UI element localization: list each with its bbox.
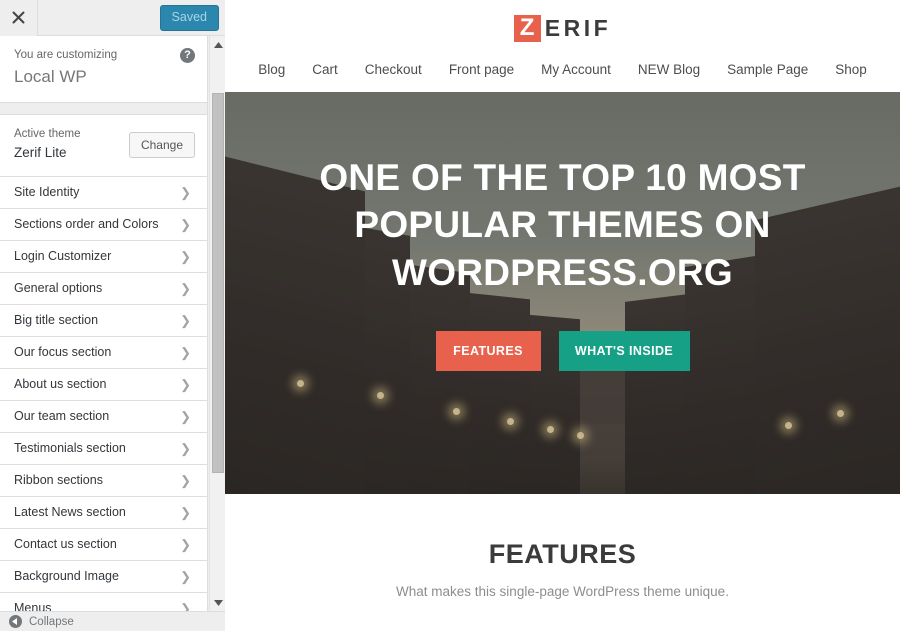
sidebar-item-label: Background Image — [14, 569, 119, 584]
site-header: Z ERIF Blog Cart Checkout Front page My … — [225, 0, 900, 92]
sidebar-item-our-team-section[interactable]: Our team section ❯ — [0, 400, 207, 433]
sidebar-item-site-identity[interactable]: Site Identity ❯ — [0, 176, 207, 209]
sidebar-item-label: Testimonials section — [14, 441, 126, 456]
sidebar-item-label: Contact us section — [14, 537, 117, 552]
chevron-right-icon: ❯ — [180, 472, 191, 488]
active-theme-name: Zerif Lite — [14, 145, 67, 161]
active-theme-row: Active theme Zerif Lite Change — [0, 114, 207, 177]
sidebar-item-ribbon-sections[interactable]: Ribbon sections ❯ — [0, 464, 207, 497]
sidebar-item-our-focus-section[interactable]: Our focus section ❯ — [0, 336, 207, 369]
sidebar-item-label: Ribbon sections — [14, 473, 103, 488]
hero-title: ONE OF THE TOP 10 MOST POPULAR THEMES ON… — [319, 157, 806, 293]
chevron-right-icon: ❯ — [180, 344, 191, 360]
hero-content: ONE OF THE TOP 10 MOST POPULAR THEMES ON… — [225, 92, 900, 494]
chevron-right-icon: ❯ — [180, 536, 191, 552]
features-section: FEATURES What makes this single-page Wor… — [225, 494, 900, 599]
nav-item-blog[interactable]: Blog — [258, 62, 285, 77]
scroll-up-arrow-icon[interactable] — [210, 36, 226, 53]
features-subtitle: What makes this single-page WordPress th… — [396, 584, 729, 599]
customizer-header: Saved — [0, 0, 225, 36]
customizer-panel-body: You are customizing Local WP ? Active th… — [0, 36, 208, 611]
customizer-sections-list: Site Identity ❯ Sections order and Color… — [0, 176, 207, 611]
sidebar-item-label: Our focus section — [14, 345, 112, 360]
nav-item-checkout[interactable]: Checkout — [365, 62, 422, 77]
sidebar-item-label: Sections order and Colors — [14, 217, 159, 232]
chevron-right-icon: ❯ — [180, 184, 191, 200]
save-button-wrap: Saved — [159, 4, 225, 31]
nav-item-cart[interactable]: Cart — [312, 62, 338, 77]
sidebar-item-general-options[interactable]: General options ❯ — [0, 272, 207, 305]
panel-spacer — [0, 103, 207, 115]
customizing-label: You are customizing — [14, 49, 118, 61]
chevron-right-icon: ❯ — [180, 408, 191, 424]
chevron-right-icon: ❯ — [180, 312, 191, 328]
sidebar-item-testimonials-section[interactable]: Testimonials section ❯ — [0, 432, 207, 465]
sidebar-item-label: Login Customizer — [14, 249, 112, 264]
collapse-left-arrow-icon — [9, 615, 22, 628]
hero-buttons: FEATURES WHAT'S INSIDE — [435, 331, 690, 372]
sidebar-item-contact-us-section[interactable]: Contact us section ❯ — [0, 528, 207, 561]
sidebar-item-label: Our team section — [14, 409, 110, 424]
chevron-right-icon: ❯ — [180, 216, 191, 232]
sidebar-item-about-us-section[interactable]: About us section ❯ — [0, 368, 207, 401]
sidebar-item-sections-order-and-colors[interactable]: Sections order and Colors ❯ — [0, 208, 207, 241]
hero-section: ONE OF THE TOP 10 MOST POPULAR THEMES ON… — [225, 92, 900, 494]
nav-item-shop[interactable]: Shop — [835, 62, 867, 77]
customizer-screen: Saved You are customizing Local WP ? Act… — [0, 0, 900, 631]
sidebar-item-label: General options — [14, 281, 103, 296]
site-title: Local WP — [14, 67, 87, 87]
chevron-right-icon: ❯ — [180, 376, 191, 392]
whats-inside-button[interactable]: WHAT'S INSIDE — [558, 331, 690, 372]
chevron-right-icon: ❯ — [180, 568, 191, 584]
sidebar-item-big-title-section[interactable]: Big title section ❯ — [0, 304, 207, 337]
sidebar-scrollbar[interactable] — [209, 36, 226, 611]
sidebar-item-login-customizer[interactable]: Login Customizer ❯ — [0, 240, 207, 273]
chevron-right-icon: ❯ — [180, 248, 191, 264]
active-theme-label: Active theme — [14, 128, 81, 141]
sidebar-item-label: Menus — [14, 601, 52, 611]
logo-text: ERIF — [544, 14, 612, 41]
nav-item-sample-page[interactable]: Sample Page — [727, 62, 808, 77]
sidebar-item-latest-news-section[interactable]: Latest News section ❯ — [0, 496, 207, 529]
chevron-right-icon: ❯ — [180, 504, 191, 520]
collapse-label: Collapse — [29, 615, 74, 628]
features-title: FEATURES — [488, 539, 637, 569]
customizing-info: You are customizing Local WP ? — [0, 36, 207, 104]
sidebar-item-menus[interactable]: Menus ❯ — [0, 592, 207, 611]
site-logo[interactable]: Z ERIF — [225, 10, 900, 46]
chevron-right-icon: ❯ — [180, 600, 191, 611]
sidebar-item-label: Big title section — [14, 313, 99, 328]
collapse-button[interactable]: Collapse — [0, 611, 225, 631]
nav-item-front-page[interactable]: Front page — [449, 62, 514, 77]
help-icon[interactable]: ? — [180, 48, 195, 63]
chevron-right-icon: ❯ — [180, 280, 191, 296]
sidebar-item-label: Site Identity — [14, 185, 80, 200]
sidebar-item-label: About us section — [14, 377, 107, 392]
scrollbar-thumb[interactable] — [212, 93, 224, 473]
sidebar-item-background-image[interactable]: Background Image ❯ — [0, 560, 207, 593]
chevron-right-icon: ❯ — [180, 440, 191, 456]
features-button[interactable]: FEATURES — [435, 331, 541, 372]
customizer-sidebar: Saved You are customizing Local WP ? Act… — [0, 0, 226, 631]
save-button[interactable]: Saved — [159, 4, 219, 31]
nav-item-my-account[interactable]: My Account — [541, 62, 611, 77]
nav-item-new-blog[interactable]: NEW Blog — [638, 62, 700, 77]
scroll-down-arrow-icon[interactable] — [210, 594, 226, 611]
logo-mark: Z — [513, 14, 541, 42]
site-navigation: Blog Cart Checkout Front page My Account… — [225, 46, 900, 92]
close-icon[interactable] — [0, 0, 38, 36]
change-theme-button[interactable]: Change — [128, 131, 195, 158]
sidebar-item-label: Latest News section — [14, 505, 126, 520]
active-theme-text: Active theme Zerif Lite — [14, 126, 129, 164]
site-preview: Z ERIF Blog Cart Checkout Front page My … — [225, 0, 900, 631]
